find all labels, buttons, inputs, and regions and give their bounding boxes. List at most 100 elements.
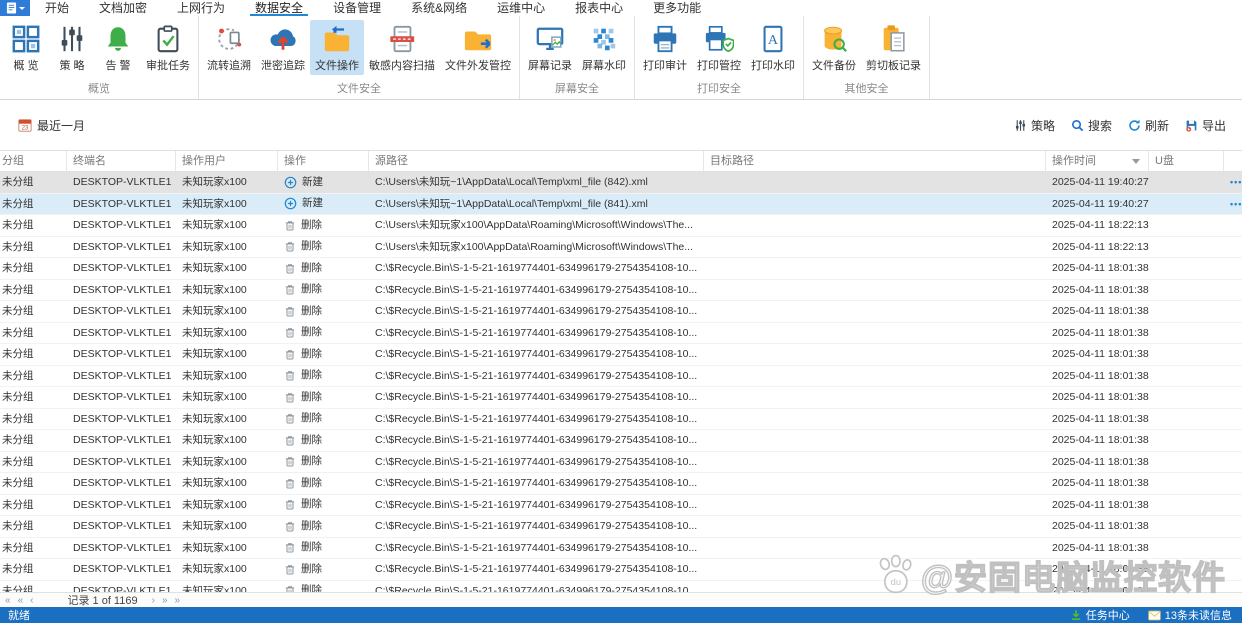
cell-user: 未知玩家x100 — [182, 412, 247, 425]
tab-8[interactable]: 更多功能 — [638, 0, 716, 16]
table-row[interactable]: 未分组 DESKTOP-VLKTLE1 未知玩家x100 删除 C:\$Recycle.… — [0, 365, 1242, 387]
toolbar-export-button[interactable]: 导出 — [1185, 117, 1226, 134]
table-row[interactable]: 未分组 DESKTOP-VLKTLE1 未知玩家x100 删除 C:\Users\未知玩… — [0, 215, 1242, 237]
ribbon-item-approval[interactable]: 审批任务 — [141, 20, 195, 75]
cell-time: 2025-04-11 18:01:38 — [1052, 391, 1149, 403]
ribbon-item-policy[interactable]: 策 略 — [49, 20, 95, 75]
prev-page-button[interactable]: ‹ — [29, 594, 34, 607]
toolbar-refresh-button[interactable]: 刷新 — [1128, 117, 1169, 134]
table-row[interactable]: 未分组 DESKTOP-VLKTLE1 未知玩家x100 删除 C:\$Recycle.… — [0, 537, 1242, 559]
time-filter-caret-icon[interactable] — [1132, 159, 1140, 164]
trash-icon — [284, 348, 296, 361]
table-row[interactable]: 未分组 DESKTOP-VLKTLE1 未知玩家x100 删除 C:\$Recycle.… — [0, 473, 1242, 495]
ribbon-item-print-audit[interactable]: 打印审计 — [638, 20, 692, 75]
cell-user: 未知玩家x100 — [182, 240, 247, 253]
task-center-button[interactable]: 任务中心 — [1070, 607, 1130, 623]
table-row[interactable]: 未分组 DESKTOP-VLKTLE1 未知玩家x100 删除 C:\$Recycle.… — [0, 344, 1242, 366]
row-menu-icon[interactable]: ••• — [1230, 177, 1242, 187]
row-menu-icon[interactable]: ••• — [1230, 199, 1242, 209]
ribbon-item-overview[interactable]: 概 览 — [3, 20, 49, 75]
column-header-6[interactable]: 操作时间 — [1046, 151, 1149, 171]
table-row[interactable]: 未分组 DESKTOP-VLKTLE1 未知玩家x100 删除 C:\$Recycle.… — [0, 301, 1242, 323]
table-row[interactable]: 未分组 DESKTOP-VLKTLE1 未知玩家x100 删除 C:\$Recycle.… — [0, 430, 1242, 452]
next-group-button[interactable]: » — [161, 594, 169, 607]
table-row[interactable]: 未分组 DESKTOP-VLKTLE1 未知玩家x100 删除 C:\$Recycle.… — [0, 408, 1242, 430]
column-header-4[interactable]: 源路径 — [369, 151, 704, 171]
column-header-8[interactable] — [1224, 151, 1242, 171]
table-row[interactable]: 未分组 DESKTOP-VLKTLE1 未知玩家x100 删除 C:\Users\未知玩… — [0, 236, 1242, 258]
application-window: 开始 文档加密 上网行为 数据安全 设备管理 系统&网络 运维中心 报表中心 更多功能 概 览策… — [0, 0, 1242, 623]
tab-7[interactable]: 报表中心 — [560, 0, 638, 16]
column-header-0[interactable]: 分组 — [0, 151, 67, 171]
ribbon-item-scan[interactable]: 敏感内容扫描 — [364, 20, 440, 75]
action-label: 删除 — [301, 541, 322, 553]
cell-row-menu — [1224, 473, 1242, 494]
cell-action: 删除 — [278, 495, 369, 516]
chevron-down-icon — [18, 6, 25, 10]
ribbon-item-alert[interactable]: 告 警 — [95, 20, 141, 75]
cell-row-menu: ••• — [1224, 194, 1242, 215]
cell-action: 删除 — [278, 559, 369, 580]
table-row[interactable]: 未分组 DESKTOP-VLKTLE1 未知玩家x100 删除 C:\$Recycle.… — [0, 516, 1242, 538]
app-menu-button[interactable] — [0, 0, 30, 16]
column-header-1[interactable]: 终端名 — [67, 151, 176, 171]
next-page-button[interactable]: › — [151, 594, 156, 607]
action-label: 删除 — [301, 476, 322, 489]
last-page-button[interactable]: » — [174, 594, 182, 607]
ribbon-group-label: 其他安全 — [844, 83, 889, 95]
cell-usb — [1149, 215, 1224, 236]
ribbon-item-label: 打印管控 — [697, 60, 741, 72]
ribbon-item-file-ops[interactable]: 文件操作 — [310, 20, 364, 75]
table-row[interactable]: 未分组 DESKTOP-VLKTLE1 未知玩家x100 删除 C:\$Recycle.… — [0, 580, 1242, 593]
table-row[interactable]: 未分组 DESKTOP-VLKTLE1 未知玩家x100 删除 C:\$Recycle.… — [0, 451, 1242, 473]
cell-target-path — [704, 301, 1046, 322]
table-row[interactable]: 未分组 DESKTOP-VLKTLE1 未知玩家x100 删除 C:\$Recycle.… — [0, 494, 1242, 516]
export-icon — [1185, 119, 1198, 132]
table-row[interactable]: 未分组 DESKTOP-VLKTLE1 未知玩家x100 新建 C:\Users\未知玩… — [0, 172, 1242, 194]
ribbon-item-screen-watermark[interactable]: 屏幕水印 — [577, 20, 631, 75]
ribbon-item-file-backup[interactable]: 文件备份 — [807, 20, 861, 75]
tab-6[interactable]: 运维中心 — [482, 0, 560, 16]
column-header-7[interactable]: U盘 — [1149, 151, 1224, 171]
ribbon-item-print-watermark[interactable]: A 打印水印 — [746, 20, 800, 75]
table-row[interactable]: 未分组 DESKTOP-VLKTLE1 未知玩家x100 新建 C:\Users\未知玩… — [0, 193, 1242, 215]
column-header-label: 目标路径 — [710, 155, 754, 167]
cell-group: 未分组 — [2, 348, 34, 360]
unread-messages-button[interactable]: 13条未读信息 — [1147, 607, 1232, 623]
ribbon-item-outgoing[interactable]: 文件外发管控 — [440, 20, 516, 75]
toolbar-search-button[interactable]: 搜索 — [1071, 117, 1112, 134]
table-row[interactable]: 未分组 DESKTOP-VLKTLE1 未知玩家x100 删除 C:\$Recycle.… — [0, 258, 1242, 280]
table-row[interactable]: 未分组 DESKTOP-VLKTLE1 未知玩家x100 删除 C:\$Recycle.… — [0, 387, 1242, 409]
cell-row-menu — [1224, 387, 1242, 408]
tab-4[interactable]: 设备管理 — [318, 0, 396, 16]
trash-icon — [284, 262, 296, 275]
cell-action: 删除 — [278, 409, 369, 430]
tab-5[interactable]: 系统&网络 — [396, 0, 482, 16]
trash-icon — [284, 563, 296, 576]
tab-3[interactable]: 数据安全 — [240, 0, 318, 16]
toolbar-policy-button[interactable]: 策略 — [1014, 117, 1055, 134]
prev-group-button[interactable]: « — [17, 594, 25, 607]
tab-2[interactable]: 上网行为 — [162, 0, 240, 16]
ribbon-item-print-control[interactable]: 打印管控 — [692, 20, 746, 75]
cell-usb — [1149, 559, 1224, 580]
ribbon-item-trace[interactable]: 流转追溯 — [202, 20, 256, 75]
ribbon-group-0: 概 览 策 略 告 警 审批任务概览 — [0, 16, 199, 99]
cell-terminal: DESKTOP-VLKTLE1 — [73, 584, 172, 593]
column-header-5[interactable]: 目标路径 — [704, 151, 1046, 171]
table-row[interactable]: 未分组 DESKTOP-VLKTLE1 未知玩家x100 删除 C:\$Recycle.… — [0, 559, 1242, 581]
column-header-3[interactable]: 操作 — [278, 151, 369, 171]
ribbon-item-clipboard-record[interactable]: 剪切板记录 — [861, 20, 926, 75]
first-page-button[interactable]: « — [4, 594, 12, 607]
tab-1[interactable]: 文档加密 — [84, 0, 162, 16]
cell-terminal: DESKTOP-VLKTLE1 — [73, 498, 172, 511]
date-range-filter[interactable]: 23 最近一月 — [18, 117, 85, 134]
table-row[interactable]: 未分组 DESKTOP-VLKTLE1 未知玩家x100 删除 C:\$Recycle.… — [0, 279, 1242, 301]
tab-0[interactable]: 开始 — [30, 0, 84, 16]
ribbon-item-screen-record[interactable]: 屏幕记录 — [523, 20, 577, 75]
ribbon-group-label: 概览 — [88, 83, 110, 95]
ribbon-item-leak[interactable]: 泄密追踪 — [256, 20, 310, 75]
table-row[interactable]: 未分组 DESKTOP-VLKTLE1 未知玩家x100 删除 C:\$Recycle.… — [0, 322, 1242, 344]
column-header-2[interactable]: 操作用户 — [176, 151, 278, 171]
cell-time: 2025-04-11 19:40:27 — [1052, 176, 1149, 188]
